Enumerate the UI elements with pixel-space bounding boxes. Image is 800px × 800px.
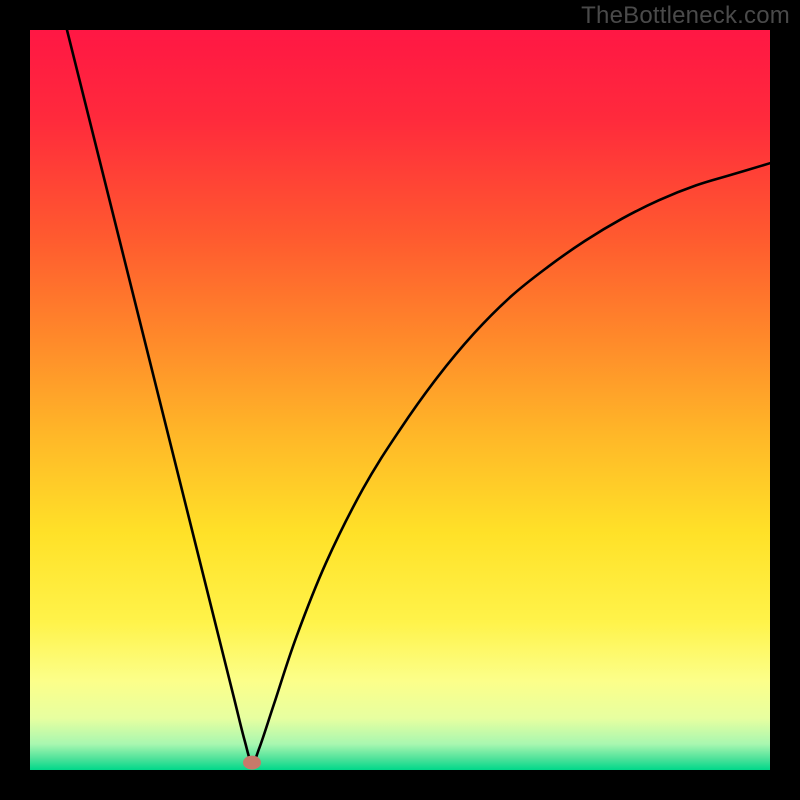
gradient-background [30,30,770,770]
plot-area [30,30,770,770]
optimal-marker [243,756,261,770]
chart-frame: TheBottleneck.com [0,0,800,800]
watermark-text: TheBottleneck.com [581,2,790,30]
bottleneck-chart-svg [30,30,770,770]
